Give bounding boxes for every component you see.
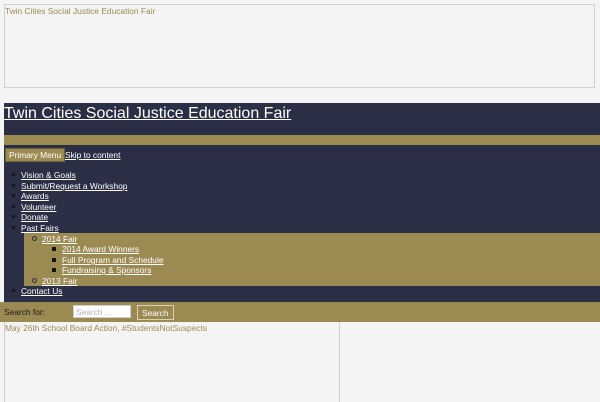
header-image: Twin Cities Social Justice Education Fai… [4,4,595,88]
skip-to-content-link[interactable]: Skip to content [65,149,120,161]
site-title-link[interactable]: Twin Cities Social Justice Education Fai… [4,105,291,122]
bullet-icon [12,215,15,219]
square-bullet-icon [52,257,56,262]
primary-navigation: Primary Menu Skip to content Vision & Go… [4,145,600,302]
header-divider-strip [4,135,600,145]
menu-link-vision-goals[interactable]: Vision & Goals [21,170,76,180]
submenu-item-2013-fair[interactable]: 2013 Fair [32,276,77,286]
submenu-item-fundraising-sponsors[interactable]: Fundraising & Sponsors [52,265,151,275]
menu-item-awards[interactable]: Awards [12,191,49,201]
menu-link-2014-fair[interactable]: 2014 Fair [42,234,77,244]
bullet-icon [12,184,15,188]
circle-bullet-icon [32,236,37,242]
square-bullet-icon [52,246,56,251]
bullet-icon [12,289,15,293]
search-form: Search for: Search [0,302,600,322]
search-label: Search for: [4,307,45,317]
main-content-column: May 26th School Board Action, #StudentsN… [4,322,340,402]
menu-link-full-program[interactable]: Full Program and Schedule [62,255,164,265]
bullet-icon [12,226,15,230]
bullet-icon [12,194,15,198]
menu-link-past-fairs[interactable]: Past Fairs [21,223,59,233]
menu-item-past-fairs[interactable]: Past Fairs [12,223,59,233]
menu-link-contact-us[interactable]: Contact Us [21,286,62,296]
site-header: Twin Cities Social Justice Education Fai… [4,103,600,135]
menu-item-submit-workshop[interactable]: Submit/Request a Workshop [12,181,127,191]
menu-item-contact-us[interactable]: Contact Us [12,286,62,296]
menu-link-awards[interactable]: Awards [21,191,49,201]
search-button[interactable]: Search [137,305,174,320]
bullet-icon [12,173,15,177]
submenu-item-full-program[interactable]: Full Program and Schedule [52,255,164,265]
menu-link-fundraising-sponsors[interactable]: Fundraising & Sponsors [62,265,151,275]
menu-item-vision-goals[interactable]: Vision & Goals [12,170,76,180]
menu-item-donate[interactable]: Donate [12,212,48,222]
post-title-link[interactable]: May 26th School Board Action, #StudentsN… [5,322,207,334]
menu-link-2013-fair[interactable]: 2013 Fair [42,276,77,286]
header-image-alt-text: Twin Cities Social Justice Education Fai… [5,6,156,16]
search-input[interactable] [73,305,131,318]
square-bullet-icon [52,267,56,272]
menu-link-donate[interactable]: Donate [21,212,48,222]
menu-item-volunteer[interactable]: Volunteer [12,202,56,212]
menu-link-2014-award-winners[interactable]: 2014 Award Winners [62,244,139,254]
menu-link-volunteer[interactable]: Volunteer [21,202,56,212]
circle-bullet-icon [32,278,37,284]
past-fairs-submenu: 2014 Fair 2014 Award Winners Full Progra… [24,233,600,286]
primary-menu-button[interactable]: Primary Menu [5,148,66,162]
site-title: Twin Cities Social Justice Education Fai… [4,103,291,125]
menu-link-submit-workshop[interactable]: Submit/Request a Workshop [21,181,127,191]
submenu-item-2014-fair[interactable]: 2014 Fair [32,234,77,244]
bullet-icon [12,205,15,209]
submenu-item-2014-award-winners[interactable]: 2014 Award Winners [52,244,139,254]
